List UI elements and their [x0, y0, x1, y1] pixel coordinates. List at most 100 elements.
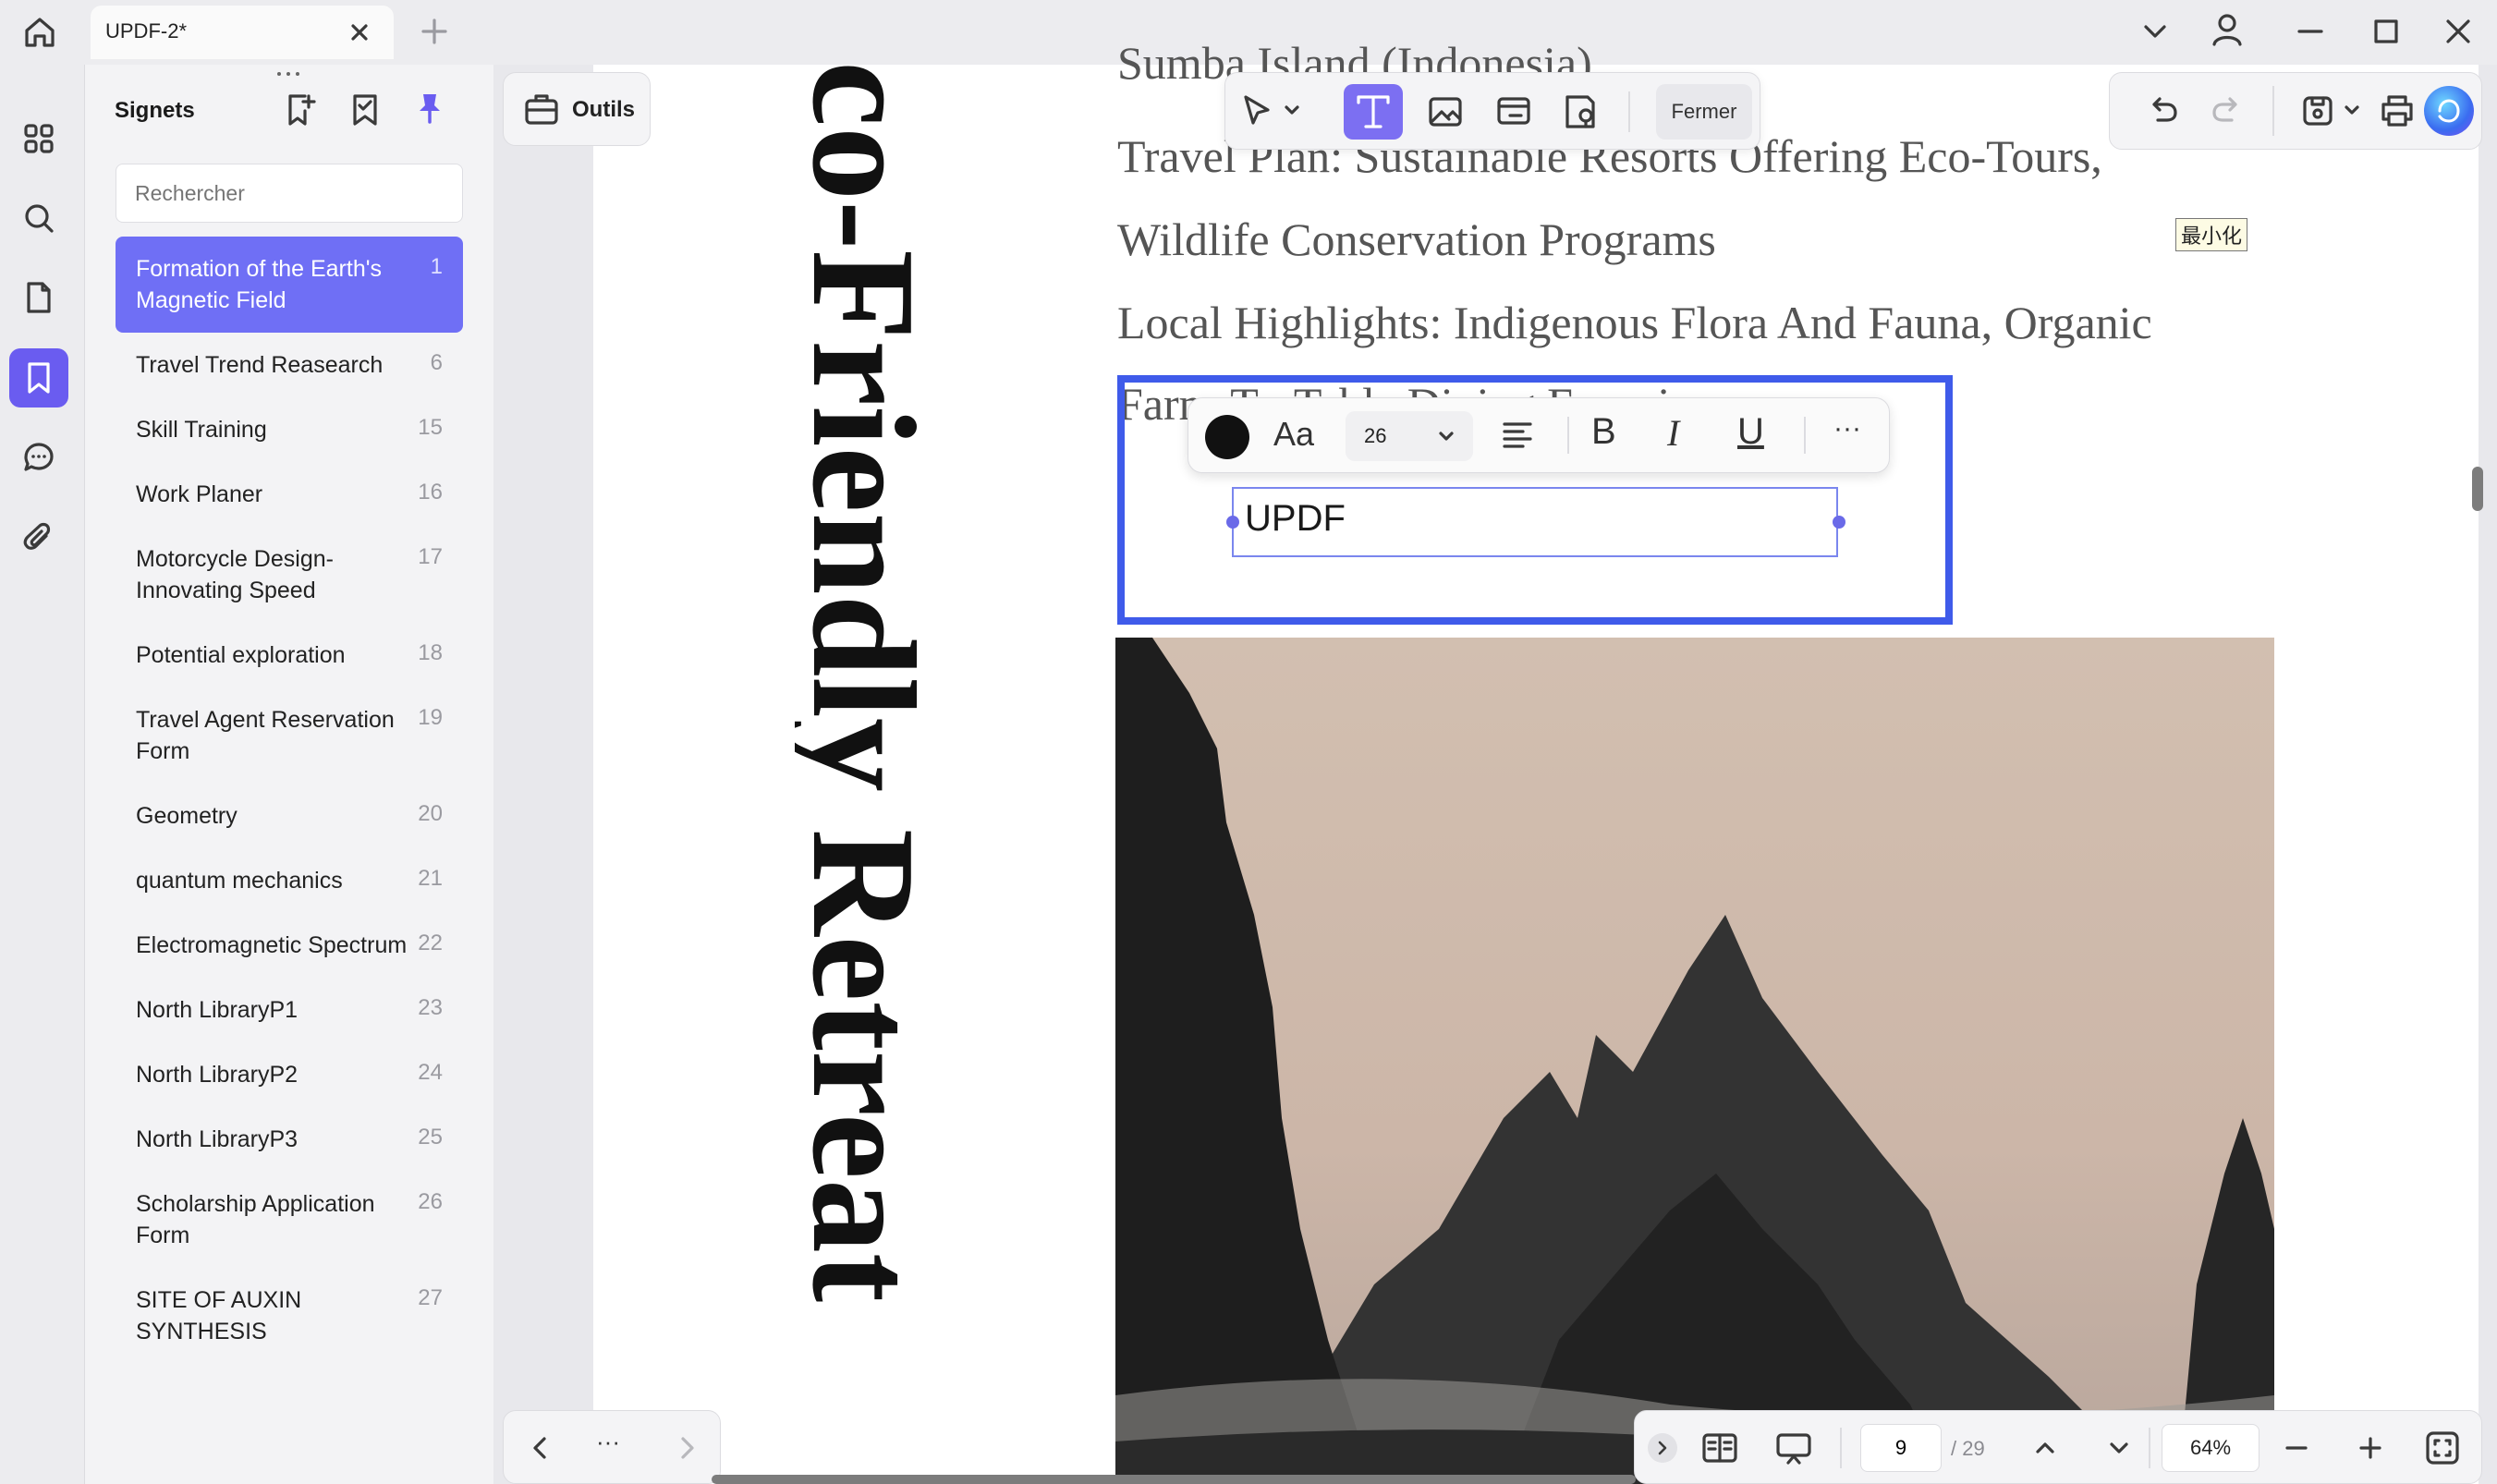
fit-page-icon[interactable] [2422, 1428, 2463, 1468]
stamp-tool-icon[interactable] [1560, 91, 1601, 132]
divider [2149, 1428, 2150, 1468]
bookmark-page-number: 20 [418, 801, 443, 826]
horizontal-scrollbar[interactable] [712, 1475, 1636, 1484]
bookmark-page-number: 16 [418, 480, 443, 505]
chevron-down-icon[interactable] [2137, 13, 2174, 50]
bookmark-list-icon[interactable] [346, 91, 384, 129]
divider [1804, 417, 1806, 454]
bookmark-item[interactable]: Motorcycle Design-Innovating Speed 17 [116, 527, 463, 623]
tools-button[interactable]: Outils [503, 72, 651, 146]
bookmark-item[interactable]: Scholarship Application Form 26 [116, 1172, 463, 1268]
close-window-icon[interactable] [2440, 13, 2477, 50]
bookmark-search-input[interactable] [116, 164, 463, 223]
previous-page-icon[interactable] [2027, 1429, 2064, 1466]
zoom-level-select[interactable]: 64% [2162, 1424, 2259, 1472]
bookmark-page-number: 27 [418, 1285, 443, 1310]
bookmark-label: quantum mechanics [136, 868, 343, 894]
presentation-icon[interactable] [1773, 1428, 1814, 1468]
bookmark-item[interactable]: quantum mechanics 21 [116, 848, 463, 913]
close-tab-icon[interactable] [344, 17, 375, 48]
minimize-window-icon[interactable] [2292, 13, 2329, 50]
resize-handle-right[interactable] [1833, 516, 1845, 529]
attachment-icon[interactable] [9, 508, 68, 567]
vertical-scrollbar[interactable] [2472, 467, 2483, 511]
ai-assistant-icon[interactable] [2424, 86, 2474, 136]
text-format-toolbar: Aa 26 B I U ··· [1188, 397, 1890, 473]
bookmark-item[interactable]: Electromagnetic Spectrum 22 [116, 913, 463, 978]
bookmark-item[interactable]: Skill Training 15 [116, 397, 463, 462]
save-icon[interactable] [2298, 91, 2337, 130]
italic-icon[interactable]: I [1667, 411, 1679, 455]
divider [1840, 1428, 1842, 1468]
font-family-icon[interactable]: Aa [1273, 415, 1314, 454]
bookmark-list: Formation of the Earth's Magnetic Field 1… [116, 237, 463, 1364]
comment-icon[interactable] [9, 428, 68, 487]
divider [1567, 417, 1569, 454]
zoom-in-icon[interactable] [2352, 1429, 2389, 1466]
doc-line-4: Local Highlights: Indigenous Flora And F… [1117, 297, 2152, 348]
pin-icon[interactable] [410, 89, 449, 128]
text-tool-button[interactable] [1344, 84, 1403, 140]
bookmark-page-number: 15 [418, 415, 443, 440]
home-icon[interactable] [18, 11, 61, 54]
text-color-swatch[interactable] [1205, 415, 1249, 459]
navigation-bar: ··· [503, 1410, 721, 1484]
collapse-icon[interactable] [1648, 1433, 1677, 1463]
chevron-down-icon[interactable] [2341, 99, 2363, 121]
select-tool-icon[interactable] [1238, 91, 1279, 132]
redo-icon[interactable] [2208, 91, 2247, 130]
forward-icon[interactable] [670, 1431, 703, 1465]
bookmark-item[interactable]: Geometry 20 [116, 784, 463, 848]
edit-toolbar: Fermer [1224, 72, 1760, 150]
chevron-down-icon[interactable] [1281, 99, 1303, 121]
new-tab-icon[interactable] [418, 15, 451, 48]
bookmark-item[interactable]: North LibraryP1 23 [116, 978, 463, 1042]
maximize-window-icon[interactable] [2368, 13, 2405, 50]
font-size-value: 26 [1364, 424, 1387, 447]
bookmark-item[interactable]: Work Planer 16 [116, 462, 463, 527]
zoom-out-icon[interactable] [2278, 1429, 2315, 1466]
bookmark-item[interactable]: Travel Agent Reservation Form 19 [116, 687, 463, 784]
bookmark-item[interactable]: Formation of the Earth's Magnetic Field 1 [116, 237, 463, 333]
align-icon[interactable] [1499, 417, 1536, 454]
back-icon[interactable] [524, 1431, 557, 1465]
add-bookmark-icon[interactable] [281, 91, 320, 129]
bookmark-item[interactable]: Travel Trend Reasearch 6 [116, 333, 463, 397]
more-icon[interactable]: ··· [596, 1428, 620, 1456]
reading-mode-icon[interactable] [1699, 1428, 1740, 1468]
more-icon[interactable]: ··· [1833, 413, 1861, 444]
underline-icon[interactable]: U [1737, 411, 1764, 453]
divider [2272, 86, 2274, 136]
tools-label: Outils [572, 97, 636, 122]
link-tool-icon[interactable] [1493, 91, 1534, 132]
account-icon[interactable] [2207, 9, 2247, 50]
print-icon[interactable] [2378, 91, 2417, 130]
drag-handle[interactable] [272, 70, 305, 78]
bold-icon[interactable]: B [1591, 411, 1616, 453]
document-tab[interactable]: UPDF-2* [91, 6, 394, 59]
bookmark-item[interactable]: Potential exploration 18 [116, 623, 463, 687]
bookmark-item[interactable]: SITE OF AUXIN SYNTHESIS 27 [116, 1268, 463, 1364]
font-size-select[interactable]: 26 [1346, 411, 1473, 461]
bookmark-label: Scholarship Application Form [136, 1191, 375, 1248]
vertical-title-text: co-Friendly Retreat [795, 61, 943, 1303]
next-page-icon[interactable] [2101, 1429, 2138, 1466]
bookmark-label: Travel Trend Reasearch [136, 352, 384, 378]
page-number-input[interactable] [1860, 1424, 1942, 1472]
undo-icon[interactable] [2143, 91, 2182, 130]
thumbnails-icon[interactable] [9, 109, 68, 168]
edit-text-content: UPDF [1245, 498, 1346, 539]
close-edit-button[interactable]: Fermer [1656, 84, 1752, 140]
image-tool-icon[interactable] [1425, 91, 1466, 132]
search-icon[interactable] [9, 189, 68, 248]
resize-handle-left[interactable] [1226, 516, 1239, 529]
bookmark-page-number: 24 [418, 1060, 443, 1085]
divider [1628, 91, 1630, 132]
pages-icon[interactable] [9, 268, 68, 327]
bookmark-icon[interactable] [9, 348, 68, 407]
bookmark-item[interactable]: North LibraryP3 25 [116, 1107, 463, 1172]
bookmark-page-number: 23 [418, 995, 443, 1020]
bookmark-item[interactable]: North LibraryP2 24 [116, 1042, 463, 1107]
text-edit-field[interactable]: UPDF [1232, 487, 1838, 557]
action-toolbar [2109, 72, 2482, 150]
